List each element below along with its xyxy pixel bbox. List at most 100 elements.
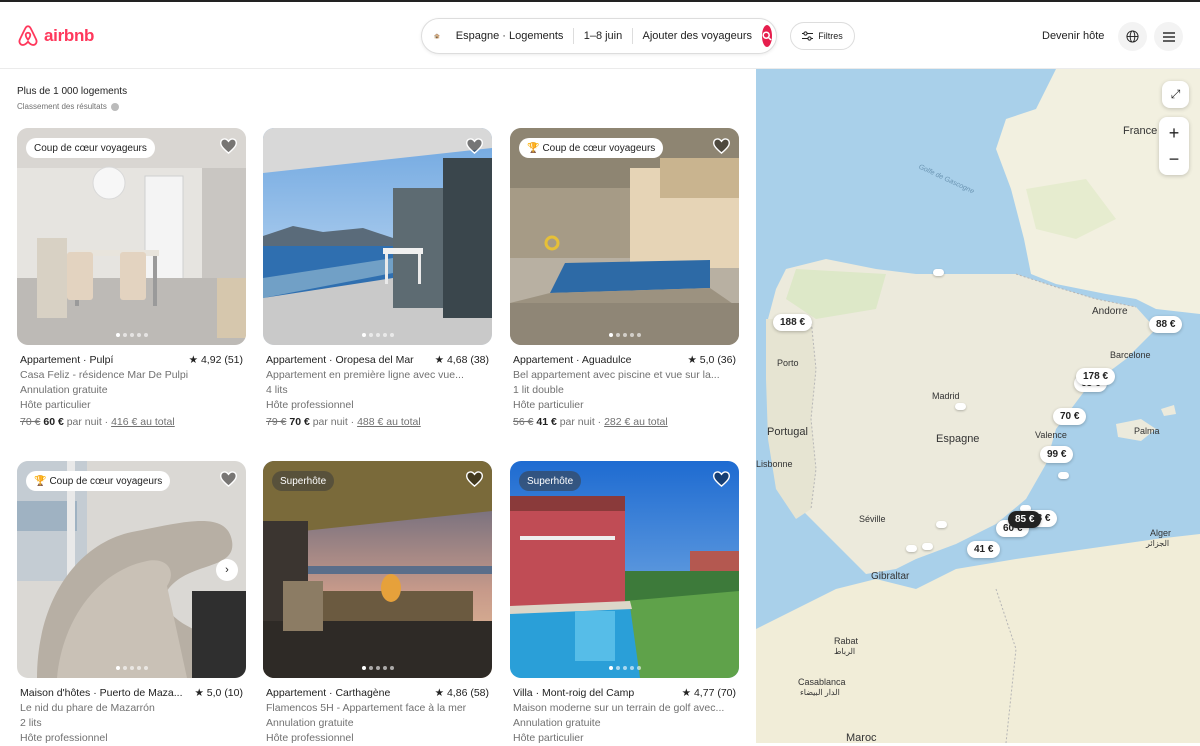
- listing-detail: 2 lits: [20, 716, 243, 731]
- listing-title: Appartement · Oropesa del Mar: [266, 353, 414, 368]
- listing-description: Appartement en première ligne avec vue..…: [266, 368, 489, 383]
- map-label-rabat-ar: الرباط: [834, 647, 855, 656]
- listing-rating: ★ 4,86 (58): [435, 686, 489, 701]
- price-pin[interactable]: 70 €: [1053, 408, 1086, 425]
- per-night-label: par nuit ·: [313, 416, 354, 428]
- listing-host-type: Hôte particulier: [513, 731, 736, 746]
- map-label-rabat: Rabat: [834, 636, 858, 646]
- listing-image: [17, 461, 246, 678]
- per-night-label: par nuit ·: [560, 416, 601, 428]
- heart-icon[interactable]: [220, 471, 237, 487]
- map-panel[interactable]: ⤢ + − France Golfe de Gascogne Andorre P…: [756, 69, 1200, 743]
- carousel-dots: [362, 333, 394, 337]
- guest-favorite-badge: Coup de cœur voyageurs: [26, 138, 155, 158]
- map-label-palma: Palma: [1134, 426, 1160, 436]
- listing-price: 79 € 70 € par nuit · 488 € au total: [266, 415, 489, 430]
- trophy-icon: 🏆: [527, 143, 539, 154]
- zoom-out-button[interactable]: −: [1169, 146, 1180, 172]
- listing-card[interactable]: Superhôte Appartement · Carthagène★ 4,86…: [263, 461, 492, 746]
- info-icon[interactable]: [111, 103, 119, 111]
- current-price: 41 €: [536, 416, 556, 428]
- map-label-barcelone: Barcelone: [1110, 350, 1151, 360]
- search-button[interactable]: [762, 25, 772, 47]
- zoom-in-button[interactable]: +: [1169, 120, 1180, 146]
- house-icon: [434, 27, 440, 45]
- search-bar[interactable]: Espagne · Logements 1–8 juin Ajouter des…: [421, 18, 777, 54]
- current-price: 60 €: [43, 416, 63, 428]
- total-price[interactable]: 488 € au total: [357, 416, 421, 428]
- listing-detail: 4 lits: [266, 383, 489, 398]
- map-label-espagne: Espagne: [936, 433, 979, 445]
- map-marker-small[interactable]: [922, 543, 933, 550]
- listing-detail: 1 lit double: [513, 383, 736, 398]
- map-label-alger-ar: الجزائر: [1146, 539, 1169, 548]
- search-dates[interactable]: 1–8 juin: [574, 30, 633, 42]
- heart-icon[interactable]: [220, 138, 237, 154]
- map-marker-small[interactable]: [936, 521, 947, 528]
- price-pin[interactable]: 178 €: [1076, 368, 1115, 385]
- filters-button[interactable]: Filtres: [790, 22, 855, 50]
- listing-rating: ★ 5,0 (10): [194, 686, 243, 701]
- per-night-label: par nuit ·: [67, 416, 108, 428]
- heart-icon[interactable]: [713, 138, 730, 154]
- map-marker-small[interactable]: [955, 403, 966, 410]
- price-pin[interactable]: 41 €: [967, 541, 1000, 558]
- superhost-badge: Superhôte: [519, 471, 581, 491]
- listing-photo[interactable]: [263, 128, 492, 345]
- language-button[interactable]: [1118, 22, 1147, 51]
- listing-card[interactable]: Coup de cœur voyageurs Appartement · Pul…: [17, 128, 246, 430]
- listing-photo[interactable]: 🏆Coup de cœur voyageurs ›: [17, 461, 246, 678]
- search-guests[interactable]: Ajouter des voyageurs: [633, 30, 762, 42]
- listing-title: Maison d'hôtes · Puerto de Maza...: [20, 686, 183, 701]
- map-marker-small[interactable]: [933, 269, 944, 276]
- listing-card[interactable]: Superhôte Villa · Mont-roig del Camp★ 4,…: [510, 461, 739, 746]
- listing-photo[interactable]: Superhôte: [263, 461, 492, 678]
- map-label-madrid: Madrid: [932, 391, 960, 401]
- listing-host-type: Hôte particulier: [20, 398, 243, 413]
- results-header: Plus de 1 000 logements Classement des r…: [17, 86, 127, 111]
- ranking-link[interactable]: Classement des résultats: [17, 102, 127, 111]
- listing-description: Maison moderne sur un terrain de golf av…: [513, 701, 736, 716]
- heart-icon[interactable]: [466, 471, 483, 487]
- next-photo-button[interactable]: ›: [216, 559, 238, 581]
- price-pin[interactable]: 188 €: [773, 314, 812, 331]
- listing-card[interactable]: 🏆Coup de cœur voyageurs › Maison d'hôtes…: [17, 461, 246, 746]
- price-pin[interactable]: 99 €: [1040, 446, 1073, 463]
- map-label-portugal: Portugal: [767, 426, 808, 438]
- listing-description: Flamencos 5H - Appartement face à la mer: [266, 701, 489, 716]
- total-price[interactable]: 416 € au total: [111, 416, 175, 428]
- carousel-dots: [116, 333, 148, 337]
- airbnb-wordmark: airbnb: [44, 26, 94, 46]
- search-location[interactable]: Espagne · Logements: [446, 30, 574, 42]
- price-pin-selected[interactable]: 85 €: [1008, 511, 1041, 528]
- map-marker-small[interactable]: [1058, 472, 1069, 479]
- filters-icon: [802, 31, 813, 41]
- total-price[interactable]: 282 € au total: [604, 416, 668, 428]
- listing-photo[interactable]: 🏆Coup de cœur voyageurs: [510, 128, 739, 345]
- airbnb-logo-icon: [16, 24, 40, 48]
- badge-label: Coup de cœur voyageurs: [49, 476, 162, 487]
- listing-photo[interactable]: Coup de cœur voyageurs: [17, 128, 246, 345]
- listing-rating: ★ 4,68 (38): [435, 353, 489, 368]
- become-host-link[interactable]: Devenir hôte: [1042, 30, 1104, 42]
- menu-button[interactable]: [1154, 22, 1183, 51]
- airbnb-logo[interactable]: airbnb: [16, 24, 94, 48]
- map-marker-small[interactable]: [906, 545, 917, 552]
- heart-icon[interactable]: [466, 138, 483, 154]
- map-label-porto: Porto: [777, 358, 799, 368]
- listing-image: [510, 128, 739, 345]
- listing-rating: ★ 4,92 (51): [189, 353, 243, 368]
- map-label-seville: Séville: [859, 514, 886, 524]
- listing-image: [263, 461, 492, 678]
- trophy-icon: 🏆: [34, 476, 46, 487]
- listing-card[interactable]: Appartement · Oropesa del Mar ★ 4,68 (38)…: [263, 128, 492, 430]
- map-label-andorre: Andorre: [1092, 306, 1128, 317]
- expand-map-button[interactable]: ⤢: [1162, 81, 1189, 108]
- heart-icon[interactable]: [713, 471, 730, 487]
- price-pin[interactable]: 88 €: [1149, 316, 1182, 333]
- map-label-casablanca: Casablanca: [798, 677, 846, 687]
- listing-card[interactable]: 🏆Coup de cœur voyageurs Appartement · Ag…: [510, 128, 739, 430]
- globe-icon: [1126, 30, 1139, 43]
- listing-photo[interactable]: Superhôte: [510, 461, 739, 678]
- map-label-casablanca-ar: الدار البيضاء: [800, 688, 840, 697]
